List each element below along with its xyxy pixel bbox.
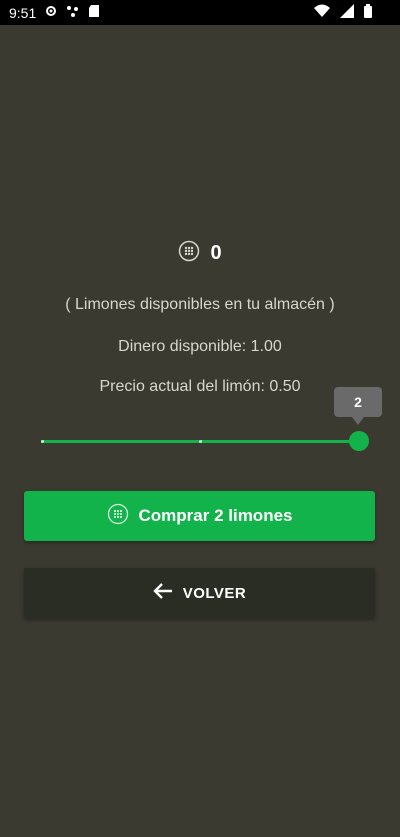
- status-bar: 9:51: [0, 0, 400, 25]
- arrow-left-icon: [153, 582, 173, 605]
- back-button[interactable]: VOLVER: [24, 568, 375, 618]
- inventory-caption: ( Limones disponibles en tu almacén ): [65, 296, 335, 313]
- wifi-icon: [314, 4, 330, 21]
- lemon-icon: [178, 240, 200, 267]
- buy-button-label: Comprar 2 limones: [138, 506, 293, 525]
- notification-dots-icon: [66, 4, 80, 21]
- status-time: 9:51: [9, 4, 37, 21]
- lemon-count: 0: [210, 242, 222, 264]
- buy-lemons-button[interactable]: Comprar 2 limones: [24, 491, 375, 541]
- back-button-label: VOLVER: [182, 584, 247, 602]
- slider-tick: [41, 440, 44, 443]
- status-right-icons: [314, 4, 372, 21]
- slider-value-bubble: 2: [334, 387, 382, 425]
- slider-thumb[interactable]: [349, 431, 369, 451]
- signal-icon: [340, 4, 354, 21]
- available-money: Dinero disponible: 1.00: [118, 338, 282, 355]
- settings-icon: [44, 4, 58, 21]
- sd-card-icon: [88, 4, 100, 21]
- battery-icon: [364, 4, 372, 21]
- slider-tick: [199, 440, 202, 443]
- lemon-count-row: 0: [0, 240, 400, 267]
- slider-value: 2: [354, 394, 362, 410]
- lemon-icon: [107, 503, 129, 530]
- quantity-slider[interactable]: 2: [41, 387, 382, 460]
